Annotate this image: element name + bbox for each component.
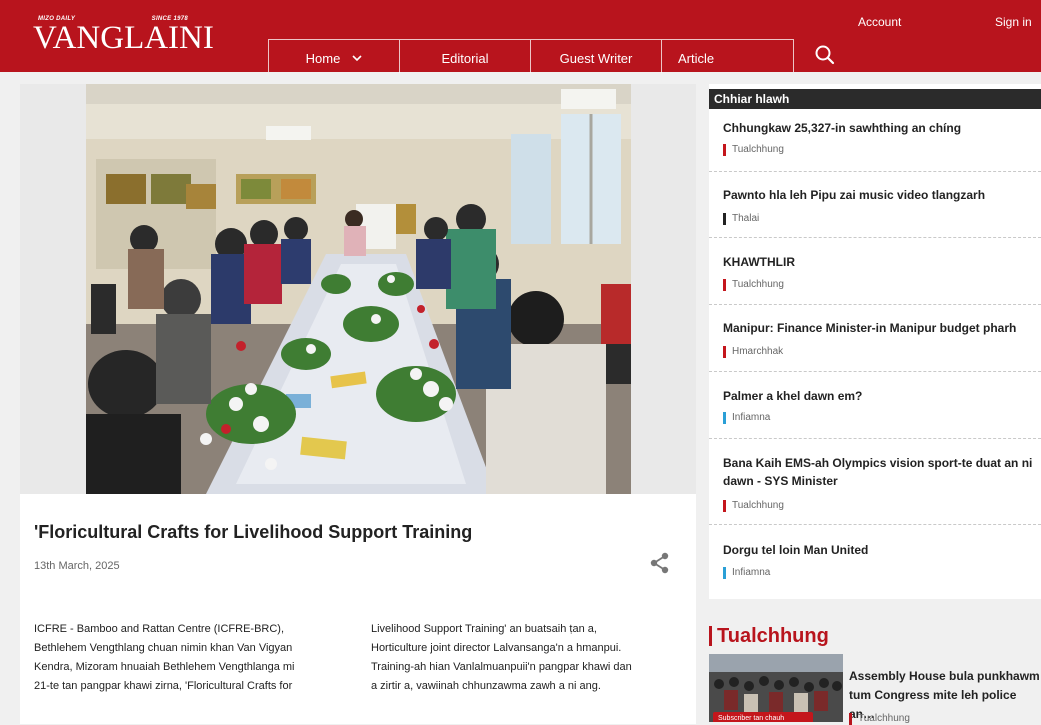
body-line: Livelihood Support Training' an buatsaih… (371, 623, 597, 635)
body-line: Bethlehem Vengthlang chuan nimin khan Va… (34, 642, 293, 654)
nav-guest-writer[interactable]: Guest Writer (531, 40, 662, 73)
subscriber-badge: Subscriber tan chauh (718, 715, 784, 722)
news-title[interactable]: Pawnto hla leh Pipu zai music video tlan… (723, 186, 1035, 204)
category-marker (723, 500, 726, 512)
logo-wordmark: VANGLAINI (33, 20, 214, 56)
chevron-down-icon (352, 55, 362, 62)
featured-thumbnail[interactable]: Subscriber tan chauh (709, 654, 843, 722)
body-line: Kendra, Mizoram hnuaiah Bethlehem Vength… (34, 661, 295, 673)
category-marker (723, 346, 726, 358)
category-marker (849, 713, 852, 725)
list-item[interactable]: Bana Kaih EMS-ah Olympics vision sport-t… (709, 439, 1041, 525)
nav-editorial[interactable]: Editorial (400, 40, 531, 73)
article-body-column-2: Livelihood Support Training' an buatsaih… (371, 620, 671, 696)
category-marker (723, 412, 726, 424)
article-date: 13th March, 2025 (34, 560, 120, 572)
nav-article-label: Article (678, 50, 715, 66)
category-label: Tualchhung (858, 713, 910, 724)
article-photo (86, 84, 631, 494)
section-heading-tualchhung[interactable]: Tualchhung (709, 625, 829, 647)
sign-in-link[interactable]: Sign in (995, 15, 1032, 29)
search-icon[interactable] (814, 44, 836, 66)
article-title: 'Floricultural Crafts for Livelihood Sup… (34, 522, 473, 542)
news-title[interactable]: KHAWTHLIR (723, 253, 1035, 271)
body-line: ICFRE - Bamboo and Rattan Centre (ICFRE-… (34, 623, 285, 635)
category-marker (723, 213, 726, 225)
category-label: Tualchhung (732, 500, 784, 511)
nav-home-label: Home (305, 50, 341, 66)
category-label: Tualchhung (732, 144, 784, 155)
news-title[interactable]: Palmer a khel dawn em? (723, 387, 1035, 405)
site-header: MIZO DAILY SINCE 1978 VANGLAINI Account … (0, 0, 1041, 73)
news-category[interactable]: Infiamna (723, 412, 770, 424)
article-photo-illustration (86, 84, 631, 494)
body-line: Horticulture joint director Lalvansanga'… (371, 642, 622, 654)
nav-article[interactable]: Article (662, 40, 793, 73)
news-category[interactable]: Tualchhung (723, 500, 784, 512)
category-label: Infiamna (732, 567, 771, 578)
section-marker (709, 626, 712, 646)
nav-editorial-label: Editorial (441, 50, 489, 66)
featured-category[interactable]: Tualchhung (849, 713, 910, 725)
news-category[interactable]: Tualchhung (723, 279, 784, 291)
news-category[interactable]: Thalai (723, 213, 759, 225)
news-title[interactable]: Chhungkaw 25,327-in sawhthing an chíng (723, 119, 1035, 137)
category-marker (723, 567, 726, 579)
nav-guest-writer-label: Guest Writer (559, 50, 633, 66)
category-marker (723, 279, 726, 291)
most-read-panel: Chhiar hlawh Chhungkaw 25,327-in sawhthi… (709, 84, 1041, 599)
article-card: 'Floricultural Crafts for Livelihood Sup… (20, 84, 696, 724)
body-line: 21-te tan pangpar khawi zirna, 'Floricul… (34, 680, 293, 692)
news-title[interactable]: Manipur: Finance Minister-in Manipur bud… (723, 319, 1035, 337)
category-label: Thalai (732, 213, 760, 224)
crowd-thumbnail-image: Subscriber tan chauh (709, 654, 843, 722)
account-link[interactable]: Account (858, 15, 901, 29)
body-line: Training-ah hian Vanlalmuanpuii'n pangpa… (371, 661, 632, 673)
site-logo[interactable]: MIZO DAILY SINCE 1978 VANGLAINI (33, 16, 214, 60)
category-label: Hmarchhak (732, 346, 784, 357)
section-heading-label: Tualchhung (717, 625, 829, 647)
list-item[interactable]: KHAWTHLIR Tualchhung (709, 238, 1041, 305)
share-icon[interactable] (650, 552, 670, 574)
news-category[interactable]: Tualchhung (723, 144, 784, 156)
news-title[interactable]: Dorgu tel loin Man United (723, 541, 1035, 559)
category-label: Infiamna (732, 412, 771, 423)
main-nav: Home Editorial Guest Writer Article (268, 39, 794, 73)
news-title[interactable]: Bana Kaih EMS-ah Olympics vision sport-t… (723, 454, 1035, 490)
category-marker (723, 144, 726, 156)
category-label: Tualchhung (732, 279, 784, 290)
article-body-column-1: ICFRE - Bamboo and Rattan Centre (ICFRE-… (34, 620, 334, 696)
body-line: a zirtir a, vawiinah chhunzawma zawh a n… (371, 680, 601, 692)
list-item[interactable]: Palmer a khel dawn em? Infiamna (709, 372, 1041, 439)
list-item[interactable]: Manipur: Finance Minister-in Manipur bud… (709, 305, 1041, 372)
list-item[interactable]: Dorgu tel loin Man United Infiamna (709, 525, 1041, 599)
list-item[interactable]: Chhungkaw 25,327-in sawhthing an chíng T… (709, 110, 1041, 172)
news-category[interactable]: Hmarchhak (723, 346, 783, 358)
list-item[interactable]: Pawnto hla leh Pipu zai music video tlan… (709, 172, 1041, 238)
nav-home[interactable]: Home (269, 40, 400, 73)
news-category[interactable]: Infiamna (723, 567, 770, 579)
most-read-heading: Chhiar hlawh (709, 89, 1041, 109)
